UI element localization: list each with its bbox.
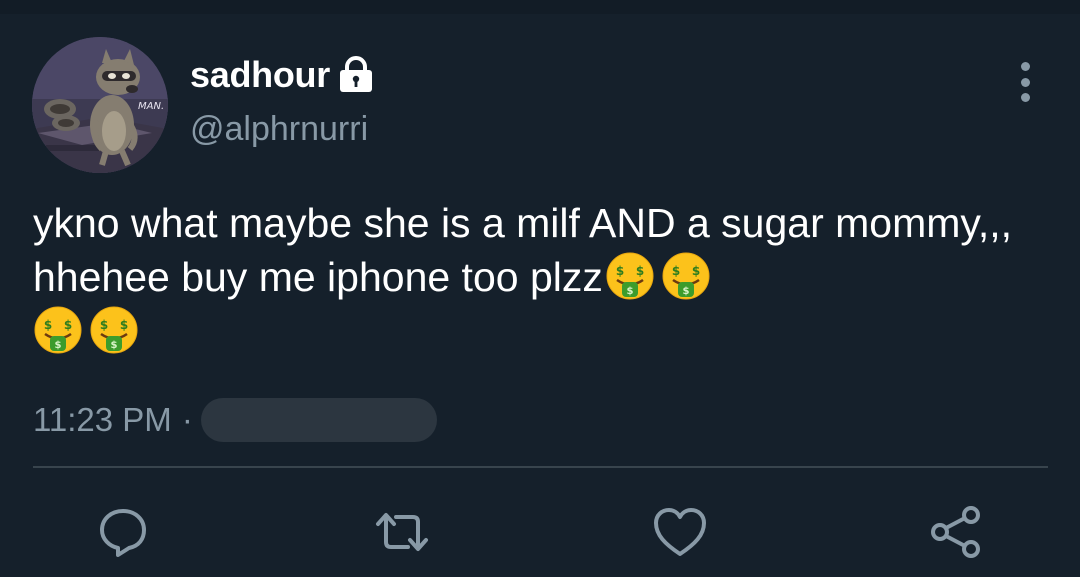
display-name[interactable]: sadhour [190,54,330,96]
tweet-meta: 11:23 PM · [33,398,437,442]
avatar-image: MAN. [32,37,168,173]
reply-button[interactable] [93,502,153,562]
money-mouth-face-icon [605,251,655,301]
retweet-button[interactable] [372,502,432,562]
money-mouth-face-icon [661,251,711,301]
avatar-caption: MAN. [138,101,164,112]
share-icon [931,506,980,558]
lock-icon [338,56,374,94]
divider [33,466,1048,468]
redacted-date [200,398,437,442]
like-button[interactable] [650,502,710,562]
meta-separator: · [181,401,193,438]
action-bar [0,502,1080,562]
money-mouth-face-icon [89,305,139,355]
retweet-icon [376,513,428,551]
display-name-row[interactable]: sadhour [190,54,374,96]
money-mouth-face-icon [33,305,83,355]
user-handle[interactable]: @alphrnurri [190,110,368,149]
more-vertical-icon[interactable] [1008,62,1042,102]
tweet-text-content: ykno what maybe she is a milf AND a suga… [33,200,1013,300]
reply-icon [100,509,146,557]
share-button[interactable] [926,502,986,562]
heart-icon [654,508,706,556]
tweet-text: ykno what maybe she is a milf AND a suga… [33,196,1043,358]
tweet-time[interactable]: 11:23 PM [33,401,172,439]
avatar[interactable]: MAN. [32,37,168,173]
top-strip [0,0,1080,14]
